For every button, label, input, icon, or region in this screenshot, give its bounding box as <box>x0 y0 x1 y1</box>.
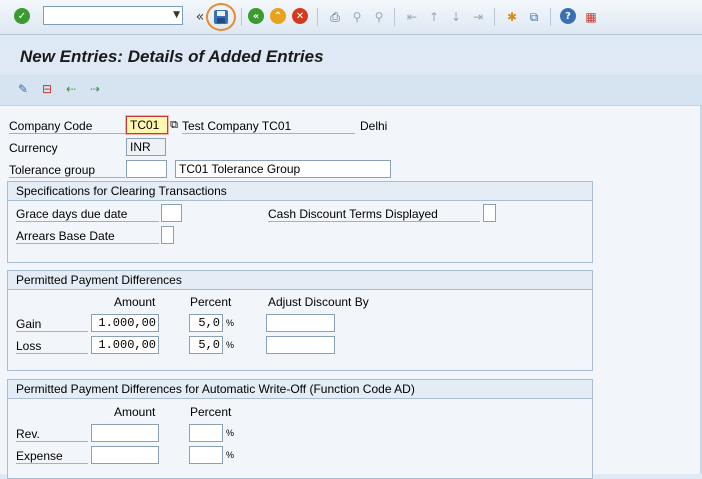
company-code-field[interactable]: TC01 <box>126 116 168 134</box>
percent-column-header: Percent <box>190 295 232 309</box>
system-toolbar: ✓ ▼ « « ⌃ ✕ ⎙ ⚲ ⚲ ⇤ ↑ ↓ ⇥ ✱ ⧉ ? ▦ <box>0 0 702 35</box>
loss-adjust-field[interactable] <box>266 336 335 354</box>
writeoff-amount-column-header: Amount <box>114 405 156 419</box>
next-page-icon[interactable]: ↓ <box>447 8 465 26</box>
arrears-base-date-checkbox[interactable] <box>161 226 174 244</box>
first-page-icon[interactable]: ⇤ <box>403 8 421 26</box>
next-entry-icon[interactable]: ⇢ <box>86 80 104 98</box>
clearing-group-header: Specifications for Clearing Transactions <box>8 182 592 201</box>
toolbar-separator <box>241 8 242 26</box>
clearing-specifications-group: Specifications for Clearing Transactions <box>7 181 593 263</box>
arrears-base-date-label: Arrears Base Date <box>16 229 159 244</box>
delete-entry-icon[interactable]: ⊟ <box>38 80 56 98</box>
shortcut-icon[interactable]: ⧉ <box>525 8 543 26</box>
page-title: New Entries: Details of Added Entries <box>20 47 324 66</box>
loss-percent-sign: % <box>226 340 235 350</box>
rev-label: Rev. <box>16 427 88 442</box>
command-field[interactable]: ▼ <box>43 6 183 25</box>
back-icon[interactable]: « <box>248 8 264 24</box>
tolerance-group-description[interactable]: TC01 Tolerance Group <box>175 160 391 178</box>
expense-percent-field[interactable] <box>189 446 223 464</box>
prev-page-icon[interactable]: ↑ <box>425 8 443 26</box>
writeoff-group-header: Permitted Payment Differences for Automa… <box>8 380 592 399</box>
chevron-down-icon[interactable]: ▼ <box>173 10 180 20</box>
loss-amount-field[interactable]: 1.000,00 <box>91 336 159 354</box>
last-page-icon[interactable]: ⇥ <box>469 8 487 26</box>
adjust-discount-column-header: Adjust Discount By <box>268 295 369 309</box>
writeoff-percent-column-header: Percent <box>190 405 232 419</box>
currency-field: INR <box>126 138 166 156</box>
print-icon[interactable]: ⎙ <box>326 8 344 26</box>
gain-label: Gain <box>16 317 88 332</box>
grace-days-field[interactable] <box>161 204 182 222</box>
new-session-icon[interactable]: ✱ <box>503 8 521 26</box>
cancel-icon[interactable]: ✕ <box>292 8 308 24</box>
expense-percent-sign: % <box>226 450 235 460</box>
previous-entry-icon[interactable]: ⇠ <box>62 80 80 98</box>
possible-entries-icon[interactable]: ⧉ <box>167 118 181 132</box>
loss-label: Loss <box>16 339 88 354</box>
expense-amount-field[interactable] <box>91 446 159 464</box>
toolbar-separator <box>550 8 551 26</box>
currency-label: Currency <box>9 141 58 155</box>
rev-percent-sign: % <box>226 428 235 438</box>
main-area: Company Code TC01 ⧉ Test Company TC01 De… <box>0 106 702 479</box>
payment-differences-header: Permitted Payment Differences <box>8 271 592 290</box>
title-bar: New Entries: Details of Added Entries <box>0 35 702 75</box>
gain-percent-field[interactable]: 5,0 <box>189 314 223 332</box>
company-code-label: Company Code <box>9 119 125 134</box>
amount-column-header: Amount <box>114 295 156 309</box>
expense-label: Expense <box>16 449 88 464</box>
cash-discount-checkbox[interactable] <box>483 204 496 222</box>
customize-layout-icon[interactable]: ▦ <box>582 8 600 26</box>
tolerance-group-field[interactable] <box>126 160 167 178</box>
help-icon[interactable]: ? <box>560 8 576 24</box>
cash-discount-label: Cash Discount Terms Displayed <box>268 207 480 222</box>
toolbar-separator <box>494 8 495 26</box>
grace-days-label: Grace days due date <box>16 207 159 222</box>
company-name-text: Test Company TC01 <box>182 119 355 134</box>
find-icon[interactable]: ⚲ <box>348 8 366 26</box>
rev-amount-field[interactable] <box>91 424 159 442</box>
find-next-icon[interactable]: ⚲ <box>370 8 388 26</box>
enter-icon[interactable]: ✓ <box>14 8 30 24</box>
toolbar-separator <box>317 8 318 26</box>
city-text: Delhi <box>360 119 388 133</box>
gain-percent-sign: % <box>226 318 235 328</box>
application-toolbar: ✎ ⊟ ⇠ ⇢ <box>0 75 702 106</box>
tolerance-group-label: Tolerance group <box>9 163 125 178</box>
loss-percent-field[interactable]: 5,0 <box>189 336 223 354</box>
exit-icon[interactable]: ⌃ <box>270 8 286 24</box>
gain-amount-field[interactable]: 1.000,00 <box>91 314 159 332</box>
display-change-icon[interactable]: ✎ <box>14 80 32 98</box>
rev-percent-field[interactable] <box>189 424 223 442</box>
save-icon[interactable] <box>212 8 230 26</box>
toolbar-separator <box>394 8 395 26</box>
gain-adjust-field[interactable] <box>266 314 335 332</box>
